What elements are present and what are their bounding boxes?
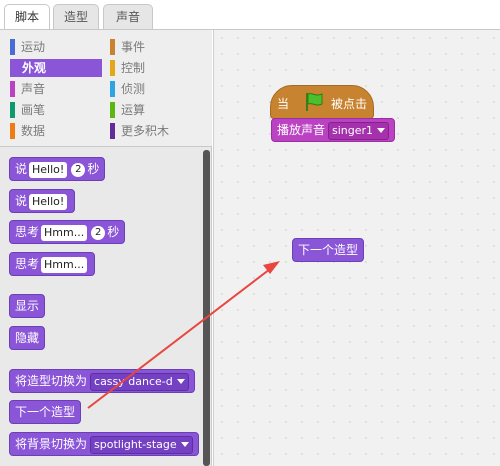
- palette-scrollbar[interactable]: [203, 150, 210, 466]
- category-color-bar: [110, 60, 115, 76]
- secs-field[interactable]: 2: [91, 225, 106, 240]
- category-pen[interactable]: 画笔: [10, 101, 102, 119]
- category-color-bar: [110, 102, 115, 118]
- category-control[interactable]: 控制: [110, 59, 202, 77]
- block-label: 当: [277, 97, 290, 111]
- block-label: 下一个造型: [15, 405, 76, 419]
- category-data[interactable]: 数据: [10, 122, 102, 140]
- say-block[interactable]: 说 Hello!: [9, 189, 76, 213]
- category-label: 控制: [121, 61, 146, 75]
- category-label: 运动: [21, 40, 46, 54]
- category-events[interactable]: 事件: [110, 38, 202, 56]
- category-sensing[interactable]: 侦测: [110, 80, 202, 98]
- chevron-down-icon: [377, 128, 386, 133]
- category-sound[interactable]: 声音: [10, 80, 102, 98]
- say-text-field[interactable]: Hello!: [29, 161, 68, 178]
- when-flag-clicked-block[interactable]: 当 被点击: [270, 85, 374, 119]
- tab-sounds[interactable]: 声音: [103, 4, 153, 29]
- block-label: 将造型切换为: [15, 374, 88, 388]
- category-list: 运动 事件 外观 控制 声音 侦测 画笔 运算 数据 更多积木: [0, 30, 212, 147]
- backdrop-dropdown[interactable]: spotlight-stage: [90, 435, 193, 454]
- category-operators[interactable]: 运算: [110, 101, 202, 119]
- dropdown-value: cassy dance-d: [94, 374, 173, 388]
- category-label: 侦测: [121, 82, 146, 96]
- show-block[interactable]: 显示: [9, 294, 46, 318]
- category-label: 数据: [21, 124, 46, 138]
- costume-dropdown[interactable]: cassy dance-d: [90, 372, 189, 391]
- category-label: 外观: [22, 61, 47, 75]
- block-palette: 运动 事件 外观 控制 声音 侦测 画笔 运算 数据 更多积木 说 Hello!…: [0, 30, 212, 466]
- chevron-down-icon: [180, 442, 189, 447]
- think-for-secs-block[interactable]: 思考 Hmm... 2 秒: [9, 220, 126, 244]
- block-label: 播放声音: [277, 123, 326, 137]
- category-motion[interactable]: 运动: [10, 38, 102, 56]
- category-label: 画笔: [21, 103, 46, 117]
- category-label: 更多积木: [121, 124, 170, 138]
- block-label: 思考: [15, 257, 40, 271]
- category-label: 运算: [121, 103, 146, 117]
- block-label: 秒: [87, 162, 100, 176]
- category-label: 事件: [121, 40, 146, 54]
- category-looks[interactable]: 外观: [10, 59, 102, 77]
- green-flag-icon: [303, 91, 325, 115]
- switch-backdrop-block[interactable]: 将背景切换为 spotlight-stage: [9, 432, 199, 456]
- block-label: 说: [15, 194, 28, 208]
- think-text-field[interactable]: Hmm...: [41, 256, 88, 273]
- category-color-bar: [110, 39, 115, 55]
- block-label: 被点击: [331, 97, 368, 111]
- switch-costume-block[interactable]: 将造型切换为 cassy dance-d: [9, 369, 195, 393]
- next-costume-block[interactable]: 下一个造型: [9, 400, 82, 424]
- say-for-secs-block[interactable]: 说 Hello! 2 秒: [9, 157, 106, 181]
- tab-costumes[interactable]: 造型: [53, 4, 99, 29]
- category-more-blocks[interactable]: 更多积木: [110, 122, 210, 140]
- secs-field[interactable]: 2: [71, 162, 86, 177]
- think-text-field[interactable]: Hmm...: [41, 224, 88, 241]
- block-label: 将背景切换为: [15, 437, 88, 451]
- tab-scripts[interactable]: 脚本: [4, 4, 50, 31]
- category-color-bar: [110, 123, 115, 139]
- dropdown-value: spotlight-stage: [94, 437, 177, 451]
- script-next-costume-block[interactable]: 下一个造型: [292, 238, 365, 262]
- tab-bar: 脚本 造型 声音: [0, 0, 500, 31]
- play-sound-block[interactable]: 播放声音 singer1: [271, 118, 396, 142]
- block-label: 秒: [107, 225, 120, 239]
- category-color-bar: [10, 102, 15, 118]
- block-label: 显示: [15, 299, 40, 313]
- category-color-bar: [10, 81, 15, 97]
- chevron-down-icon: [176, 379, 185, 384]
- block-label: 下一个造型: [298, 243, 359, 257]
- category-label: 声音: [21, 82, 46, 96]
- block-label: 说: [15, 162, 28, 176]
- category-color-bar: [10, 39, 15, 55]
- dropdown-value: singer1: [332, 123, 374, 137]
- block-label: 思考: [15, 225, 40, 239]
- hide-block[interactable]: 隐藏: [9, 326, 46, 350]
- sound-dropdown[interactable]: singer1: [328, 121, 390, 140]
- category-color-bar: [110, 81, 115, 97]
- block-label: 隐藏: [15, 331, 40, 345]
- think-block[interactable]: 思考 Hmm...: [9, 252, 96, 276]
- category-color-bar: [10, 123, 15, 139]
- say-text-field[interactable]: Hello!: [29, 193, 68, 210]
